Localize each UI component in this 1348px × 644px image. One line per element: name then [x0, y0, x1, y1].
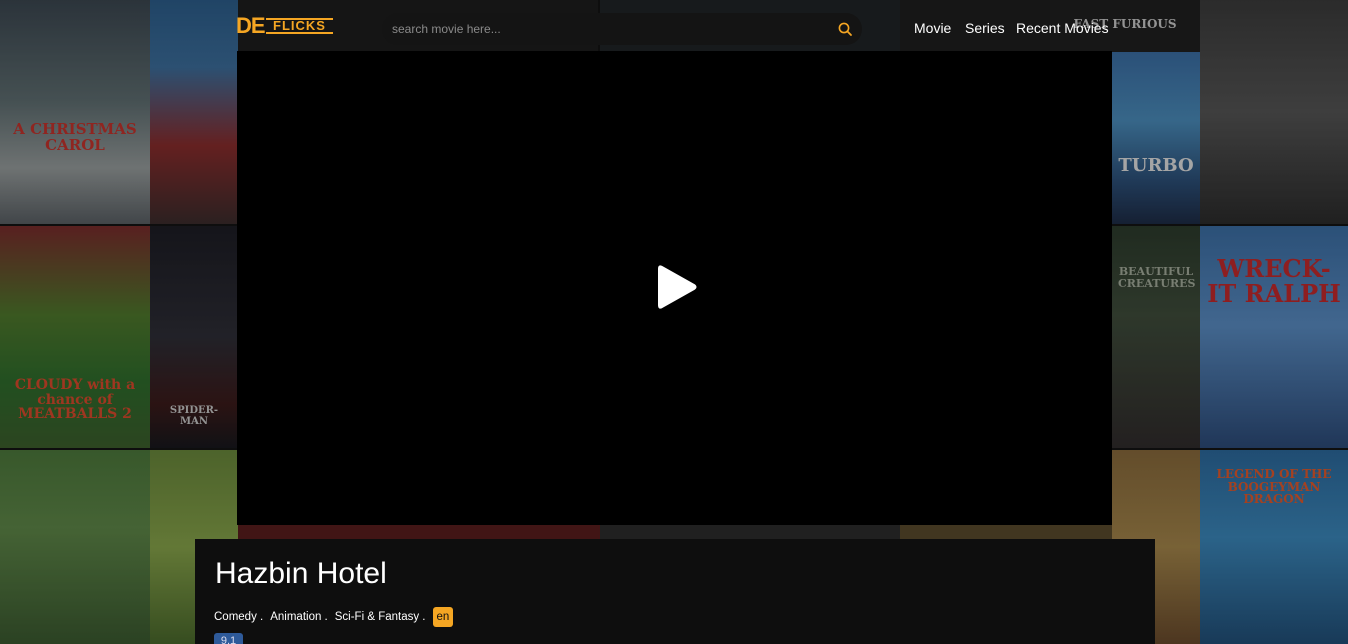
genre-tag[interactable]: Sci-Fi & Fantasy . — [335, 611, 426, 623]
nav-recent-movies[interactable]: Recent Movies — [1016, 20, 1109, 36]
nav-movie[interactable]: Movie — [914, 20, 951, 36]
rating-badge: 9.1 — [214, 633, 243, 644]
logo-de: DE — [236, 13, 266, 38]
show-title: Hazbin Hotel — [215, 557, 387, 590]
genre-tag[interactable]: Comedy . — [214, 611, 263, 623]
language-badge: en — [432, 607, 454, 627]
site-logo[interactable]: DE FLICKS — [236, 13, 336, 39]
logo-flicks: FLICKS — [266, 18, 333, 34]
nav-series[interactable]: Series — [965, 20, 1005, 36]
search-input[interactable] — [392, 19, 812, 39]
genre-list: Comedy . Animation . Sci-Fi & Fantasy . … — [214, 607, 454, 627]
genre-tag[interactable]: Animation . — [270, 611, 328, 623]
search-bar — [382, 13, 862, 45]
details-panel: Hazbin Hotel Comedy . Animation . Sci-Fi… — [195, 539, 1155, 644]
search-icon[interactable] — [837, 21, 853, 37]
play-icon[interactable] — [656, 263, 698, 311]
